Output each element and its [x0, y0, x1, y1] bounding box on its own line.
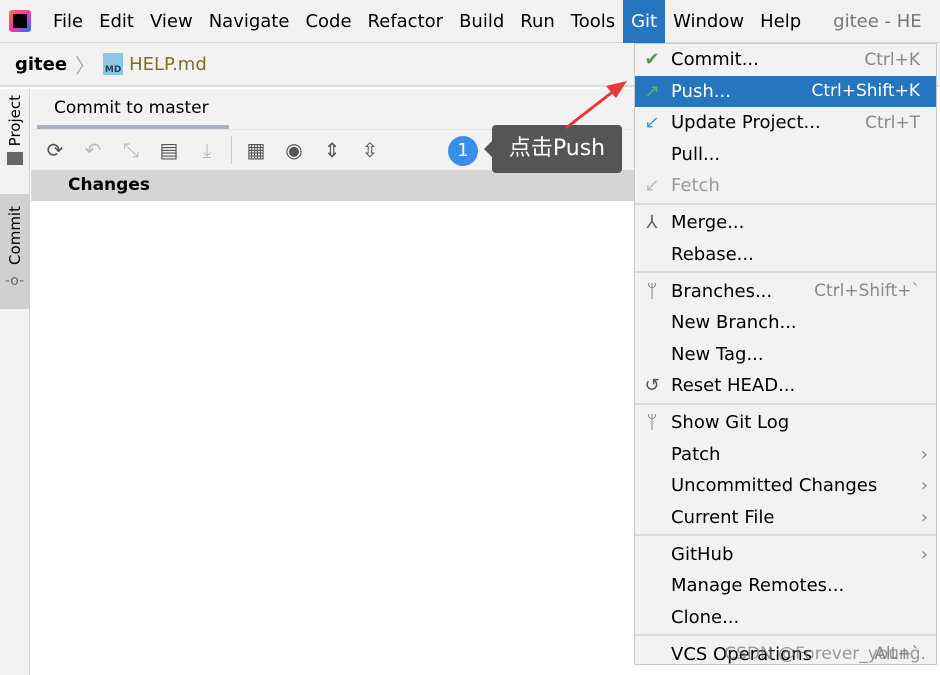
window-title: gitee - HE: [833, 10, 922, 32]
step-badge: 1: [448, 136, 478, 166]
menu-tools[interactable]: Tools: [563, 0, 623, 43]
menu-edit[interactable]: Edit: [91, 0, 142, 43]
tab-commit[interactable]: Commit -o-: [0, 194, 29, 309]
tab-project[interactable]: Project: [0, 95, 29, 191]
git-menu: ✔ Commit... Ctrl+K ↗ Push... Ctrl+Shift+K ↙ Upd…: [634, 43, 937, 665]
menu-navigate[interactable]: Navigate: [201, 0, 298, 43]
menu-item-reset-head[interactable]: ↺ Reset HEAD...: [635, 370, 936, 402]
menu-bar: File Edit View Navigate Code Refactor Build Run…: [0, 0, 940, 43]
menu-file[interactable]: File: [45, 0, 91, 43]
menu-item-commit[interactable]: ✔ Commit... Ctrl+K: [635, 44, 936, 76]
changes-header[interactable]: Changes: [31, 170, 634, 201]
menu-item-label: Commit...: [671, 49, 759, 71]
chevron-right-icon: 〉: [75, 53, 96, 78]
menu-item-label: Reset HEAD...: [671, 375, 796, 397]
update-arrow-icon: ↙: [644, 112, 660, 134]
menu-item-fetch[interactable]: ↙ Fetch: [635, 170, 936, 202]
menu-item-uncommitted-changes[interactable]: Uncommitted Changes ›: [635, 470, 936, 502]
menu-item-push[interactable]: ↗ Push... Ctrl+Shift+K: [635, 75, 936, 107]
shelve-icon[interactable]: ⤡: [117, 136, 145, 164]
commit-icon: -o-: [4, 272, 25, 289]
refresh-icon[interactable]: ⟳: [41, 136, 69, 164]
markdown-file-icon: MD: [103, 53, 124, 75]
intellij-logo-icon: [9, 10, 31, 32]
fetch-icon: ↙: [644, 175, 660, 197]
menu-item-label: Pull...: [671, 143, 721, 165]
chevron-right-icon: ›: [920, 543, 928, 565]
menu-item-manage-remotes[interactable]: Manage Remotes...: [635, 570, 936, 602]
menu-item-label: Patch: [671, 443, 721, 465]
menu-item-github[interactable]: GitHub ›: [635, 539, 936, 571]
menu-refactor[interactable]: Refactor: [360, 0, 452, 43]
menu-item-label: Update Project...: [671, 112, 821, 134]
menu-item-label: Current File: [671, 506, 775, 528]
watermark: CSDN @Forever_young.: [724, 644, 926, 664]
menu-item-label: Fetch: [671, 175, 720, 197]
menu-item-label: Merge...: [671, 212, 745, 234]
menu-item-clone[interactable]: Clone...: [635, 602, 936, 634]
chevron-right-icon: ›: [920, 443, 928, 465]
menu-item-label: New Branch...: [671, 312, 797, 334]
menu-item-merge[interactable]: ⅄ Merge...: [635, 207, 936, 239]
menu-item-label: GitHub: [671, 543, 734, 565]
menu-view[interactable]: View: [142, 0, 201, 43]
menu-item-patch[interactable]: Patch ›: [635, 439, 936, 471]
menu-item-rebase[interactable]: Rebase...: [635, 239, 936, 271]
folder-icon: [6, 152, 23, 166]
menu-item-label: Clone...: [671, 606, 740, 628]
shortcut-label: Ctrl+Shift+K: [811, 81, 920, 102]
menu-item-label: Show Git Log: [671, 412, 790, 434]
push-arrow-icon: ↗: [644, 80, 660, 102]
menu-item-update-project[interactable]: ↙ Update Project... Ctrl+T: [635, 107, 936, 139]
breadcrumb-project[interactable]: gitee: [15, 54, 67, 75]
menu-run[interactable]: Run: [512, 0, 563, 43]
menu-item-label: New Tag...: [671, 343, 764, 365]
view-options-icon[interactable]: ◉: [280, 136, 308, 164]
left-tool-strip: Project Commit -o-: [0, 89, 30, 675]
tab-commit-to-master[interactable]: Commit to master: [37, 89, 229, 129]
commit-tool-window: Commit to master ⟳ ↶ ⤡ ▤ ⤓ ▦ ◉ ⇕ ⇳ Chang…: [31, 89, 634, 675]
breadcrumb-file[interactable]: HELP.md: [129, 54, 207, 75]
tab-project-label: Project: [5, 95, 24, 147]
menu-item-label: Manage Remotes...: [671, 575, 845, 597]
annotation-tooltip: 点击Push: [484, 125, 622, 173]
reset-icon: ↺: [644, 375, 660, 397]
menu-git[interactable]: Git: [623, 0, 666, 43]
check-icon: ✔: [644, 49, 660, 71]
menu-item-new-tag[interactable]: New Tag...: [635, 339, 936, 371]
chevron-right-icon: ›: [920, 506, 928, 528]
menu-item-label: Rebase...: [671, 243, 754, 265]
shortcut-label: Ctrl+Shift+`: [814, 281, 920, 302]
menu-item-current-file[interactable]: Current File ›: [635, 502, 936, 534]
menu-build[interactable]: Build: [451, 0, 512, 43]
shortcut-label: Ctrl+K: [864, 49, 920, 70]
menu-item-label: Push...: [671, 80, 731, 102]
merge-icon: ⅄: [646, 212, 658, 234]
menu-help[interactable]: Help: [752, 0, 809, 43]
chevron-right-icon: ›: [920, 475, 928, 497]
shortcut-label: Ctrl+T: [865, 112, 920, 133]
menu-code[interactable]: Code: [297, 0, 359, 43]
group-by-icon[interactable]: ▦: [242, 136, 270, 164]
git-log-icon: ᛘ: [646, 412, 658, 434]
menu-window[interactable]: Window: [665, 0, 752, 43]
menu-item-new-branch[interactable]: New Branch...: [635, 307, 936, 339]
menu-item-pull[interactable]: Pull...: [635, 139, 936, 171]
menu-item-show-git-log[interactable]: ᛘ Show Git Log: [635, 407, 936, 439]
collapse-all-icon[interactable]: ⇳: [356, 136, 384, 164]
menu-item-label: Branches...: [671, 280, 773, 302]
toolbar-divider: [231, 136, 232, 164]
branch-icon: ᛘ: [646, 280, 658, 302]
menu-item-label: Uncommitted Changes: [671, 475, 878, 497]
rollback-icon[interactable]: ↶: [79, 136, 107, 164]
expand-all-icon[interactable]: ⇕: [318, 136, 346, 164]
menu-item-branches[interactable]: ᛘ Branches... Ctrl+Shift+`: [635, 276, 936, 308]
tab-commit-label: Commit: [5, 206, 24, 265]
unshelve-icon[interactable]: ⤓: [193, 136, 221, 164]
diff-icon[interactable]: ▤: [155, 136, 183, 164]
